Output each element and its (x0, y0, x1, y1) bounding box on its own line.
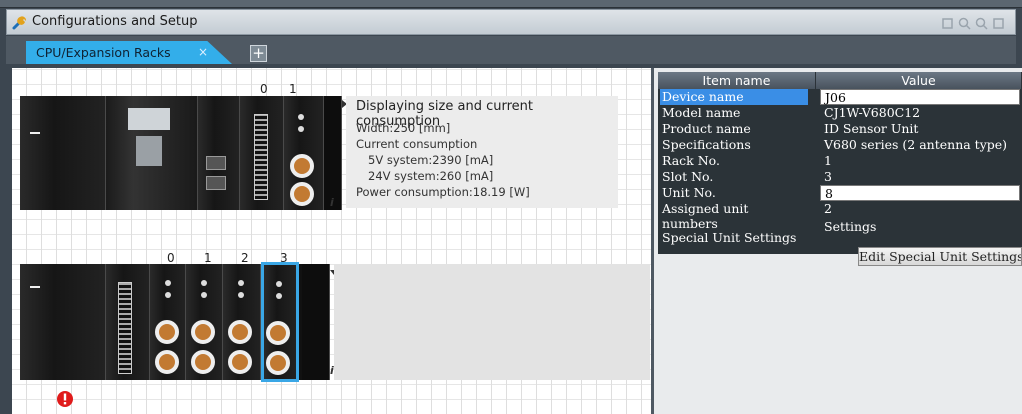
slot-number: 0 (167, 251, 175, 265)
slot-number: 1 (289, 82, 297, 96)
zoom-out-icon[interactable] (975, 15, 988, 30)
slot-1-module[interactable] (284, 96, 324, 210)
fit-icon[interactable] (941, 15, 954, 29)
expansion-interface-module[interactable] (106, 264, 150, 380)
prop-row-slot-no: Slot No. 3 (658, 169, 1022, 185)
close-tab-icon[interactable]: × (198, 45, 208, 59)
slot-number: 2 (241, 251, 249, 265)
prop-value: V680 series (2 antenna type) (824, 137, 1008, 152)
window-title: Configurations and Setup (32, 14, 198, 29)
prop-row-model-name: Model name CJ1W-V680C12 (658, 105, 1022, 121)
info-marker: i (330, 196, 334, 209)
prop-key: Special Unit Settings (662, 230, 797, 245)
title-bar: Configurations and Setup (6, 9, 1016, 35)
info-width: Width:250 [mm] (356, 121, 451, 135)
slot-1-module[interactable] (186, 264, 223, 380)
prop-key: Model name (662, 105, 741, 120)
prop-key: Rack No. (662, 153, 720, 168)
app-window: Configurations and Setup CPU/Expansion R… (0, 0, 1022, 414)
cpu-rack[interactable] (20, 96, 342, 210)
prop-row-assigned-unit-numbers: Assigned unit numbers 2 (658, 201, 1022, 231)
power-supply-module[interactable] (20, 96, 106, 210)
rack-extension-area (334, 264, 650, 380)
col-value: Value (816, 72, 1022, 89)
end-cover (324, 96, 342, 210)
prop-key: Unit No. (662, 185, 716, 200)
prop-row-device-name[interactable]: Device name J06 (658, 89, 1022, 105)
actual-size-icon[interactable] (992, 15, 1005, 29)
tab-bar: CPU/Expansion Racks × + (6, 36, 1016, 64)
slot-number: 0 (260, 82, 268, 96)
error-icon[interactable] (56, 390, 74, 408)
unit-no-field[interactable]: 8 (820, 185, 1020, 201)
consumption-info-box: Displaying size and current consumption … (346, 96, 618, 208)
info-5v: 5V system:2390 [mA] (368, 153, 494, 167)
io-module[interactable] (198, 96, 240, 210)
info-24v: 24V system:260 [mA] (368, 169, 494, 183)
prop-row-rack-no: Rack No. 1 (658, 153, 1022, 169)
wrench-icon (12, 16, 27, 30)
end-cover (302, 264, 330, 380)
prop-key: Slot No. (662, 169, 714, 184)
edit-special-unit-settings-button[interactable]: Edit Special Unit Settings (858, 247, 1022, 266)
expansion-rack[interactable] (20, 262, 330, 382)
prop-key: Specifications (662, 137, 751, 152)
slot-0-module[interactable] (240, 96, 284, 210)
prop-value: ID Sensor Unit (824, 121, 919, 136)
rack-diagram-pane: 0 1 i Displaying size and current consum… (12, 68, 651, 414)
prop-key: Device name (660, 89, 808, 105)
prop-value: 1 (824, 153, 832, 168)
prop-value: 2 (824, 201, 832, 216)
slot-0-module[interactable] (150, 264, 186, 380)
prop-value: 3 (824, 169, 832, 184)
slot-number: 1 (204, 251, 212, 265)
info-current: Current consumption (356, 137, 478, 151)
device-name-field[interactable]: J06 (820, 89, 1020, 105)
add-tab-button[interactable]: + (250, 45, 267, 62)
tab-label: CPU/Expansion Racks (36, 45, 171, 60)
prop-row-unit-no[interactable]: Unit No. 8 (658, 185, 1022, 201)
info-power: Power consumption:18.19 [W] (356, 185, 530, 199)
prop-key: Product name (662, 121, 751, 136)
top-strip (0, 0, 1022, 8)
slot-3-module-selected[interactable] (261, 262, 299, 382)
properties-pane: Item name Value Device name J06 Model na… (654, 68, 1022, 414)
prop-row-specifications: Specifications V680 series (2 antenna ty… (658, 137, 1022, 153)
zoom-in-icon[interactable] (958, 15, 971, 30)
expansion-power-module[interactable] (20, 264, 106, 380)
prop-value: CJ1W-V680C12 (824, 105, 921, 120)
prop-value: Settings (824, 219, 877, 234)
col-item-name: Item name (658, 72, 816, 89)
cpu-module[interactable] (106, 96, 198, 210)
slot-2-module[interactable] (223, 264, 261, 380)
prop-key: Assigned unit numbers (662, 201, 749, 231)
prop-row-product-name: Product name ID Sensor Unit (658, 121, 1022, 137)
tab-cpu-expansion-racks[interactable]: CPU/Expansion Racks × (26, 41, 232, 64)
